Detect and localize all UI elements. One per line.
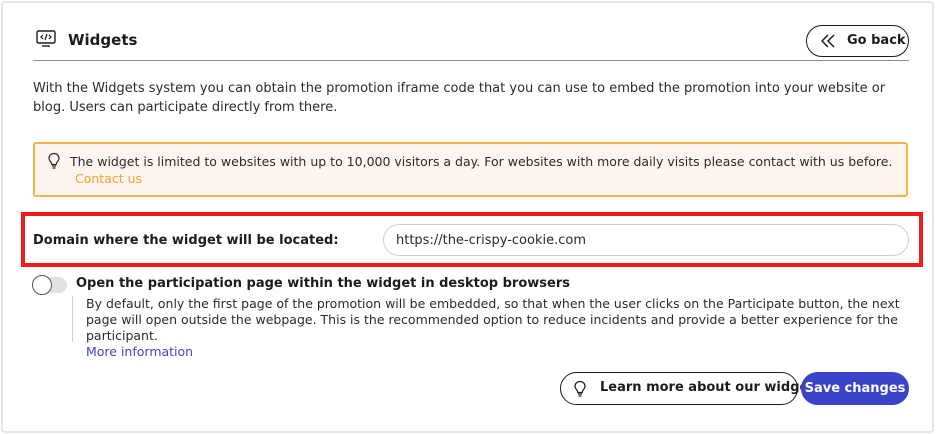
contact-us-link[interactable]: Contact us [75, 170, 142, 187]
learn-more-widgets-button[interactable]: Learn more about our widgets [560, 372, 822, 405]
go-back-button[interactable]: Go back [806, 25, 909, 57]
widgets-panel: Widgets Go back With the Widgets system … [1, 1, 934, 433]
panel-header: Widgets [33, 25, 909, 61]
domain-label: Domain where the widget will be located: [33, 233, 339, 248]
participation-toggle[interactable] [32, 275, 67, 295]
domain-input[interactable] [383, 224, 909, 256]
learn-more-label: Learn more about our widgets [600, 380, 823, 395]
code-window-icon [36, 30, 56, 47]
toggle-knob [32, 275, 52, 295]
option-description-text: By default, only the first page of the p… [86, 296, 900, 343]
visitor-limit-alert: The widget is limited to websites with u… [33, 142, 908, 197]
domain-field-row: Domain where the widget will be located: [21, 212, 923, 267]
participation-option-description: By default, only the first page of the p… [72, 296, 902, 359]
alert-text: The widget is limited to websites with u… [70, 154, 893, 169]
go-back-label: Go back [847, 33, 906, 48]
more-information-link[interactable]: More information [86, 344, 902, 360]
intro-text: With the Widgets system you can obtain t… [33, 81, 886, 115]
lightbulb-icon [574, 380, 586, 397]
lightbulb-icon [48, 152, 60, 169]
page-title: Widgets [68, 31, 138, 49]
double-chevron-left-icon [821, 34, 835, 48]
participation-option-title: Open the participation page within the w… [76, 276, 570, 291]
save-changes-button[interactable]: Save changes [801, 372, 909, 405]
